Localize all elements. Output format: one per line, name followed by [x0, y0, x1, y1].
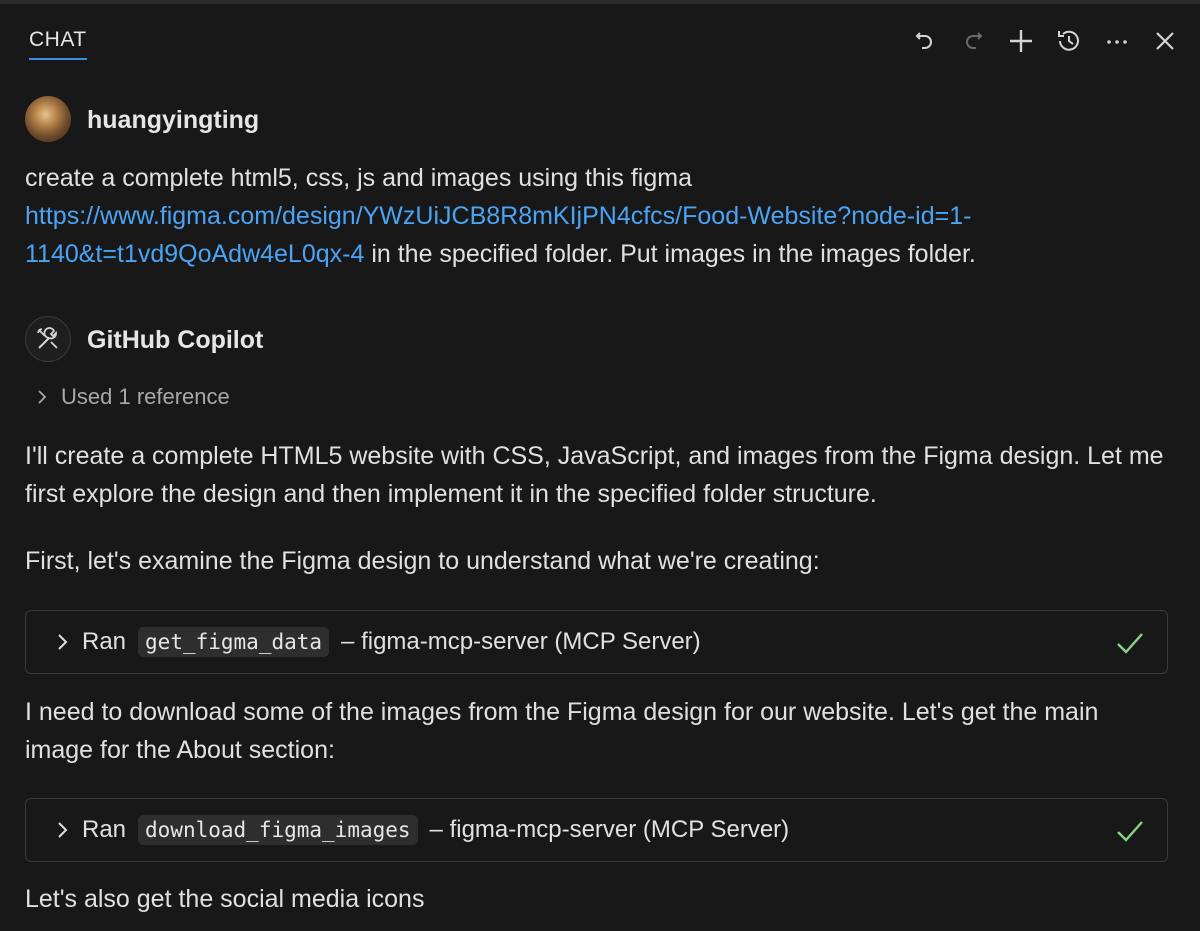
figma-link-continued[interactable]: 1140&t=t1vd9QoAdw4eL0qx-4 [25, 240, 364, 268]
tab-chat[interactable]: CHAT [29, 28, 87, 52]
copilot-avatar [25, 316, 71, 362]
reference-label: Used 1 reference [61, 384, 230, 409]
tools-icon [37, 327, 58, 349]
copilot-name: GitHub Copilot [87, 326, 264, 354]
chevron-right-icon [58, 822, 68, 838]
history-icon[interactable] [1052, 24, 1086, 58]
tool-call-download-figma-images[interactable]: Ran download_figma_images – figma-mcp-se… [25, 798, 1168, 862]
check-icon [1117, 633, 1143, 654]
tool-server: – figma-mcp-server (MCP Server) [341, 628, 701, 655]
copilot-paragraph-1: I'll create a complete HTML5 website wit… [25, 437, 1165, 513]
user-message-tail: in the specified folder. Put images in t… [364, 240, 976, 268]
tool-ran-label: Ran [82, 628, 127, 655]
tool-name: download_figma_images [138, 815, 418, 845]
paragraph-line: I need to download some of the images fr… [25, 698, 1099, 726]
redo-icon[interactable] [956, 24, 990, 58]
user-name: huangyingting [87, 106, 260, 134]
copilot-paragraph-2: First, let's examine the Figma design to… [25, 547, 820, 575]
user-avatar [25, 96, 71, 142]
tool-name: get_figma_data [138, 627, 330, 657]
check-icon [1117, 821, 1143, 842]
chevron-right-icon [38, 390, 47, 404]
tool-call-get-figma-data[interactable]: Ran get_figma_data – figma-mcp-server (M… [25, 610, 1168, 674]
chevron-right-icon [58, 634, 68, 650]
new-chat-icon[interactable] [1004, 24, 1038, 58]
chat-toolbar [908, 24, 1182, 58]
paragraph-line: first explore the design and then implem… [25, 480, 877, 508]
tool-server: – figma-mcp-server (MCP Server) [429, 816, 790, 843]
copilot-paragraph-3: I need to download some of the images fr… [25, 693, 1165, 769]
paragraph-line: I'll create a complete HTML5 website wit… [25, 442, 1164, 470]
undo-icon[interactable] [908, 24, 942, 58]
user-message: create a complete html5, css, js and ima… [25, 159, 1165, 273]
figma-link[interactable]: https://www.figma.com/design/YWzUiJCB8R8… [25, 202, 971, 230]
paragraph-line: image for the About section: [25, 736, 335, 764]
more-icon[interactable] [1100, 24, 1134, 58]
copilot-paragraph-4: Let's also get the social media icons [25, 885, 425, 913]
user-message-line: create a complete html5, css, js and ima… [25, 164, 692, 192]
close-icon[interactable] [1148, 24, 1182, 58]
used-reference-toggle[interactable]: Used 1 reference [35, 384, 230, 410]
chat-header: CHAT [0, 4, 1200, 70]
tool-ran-label: Ran [82, 816, 127, 843]
tab-active-indicator [29, 58, 87, 60]
